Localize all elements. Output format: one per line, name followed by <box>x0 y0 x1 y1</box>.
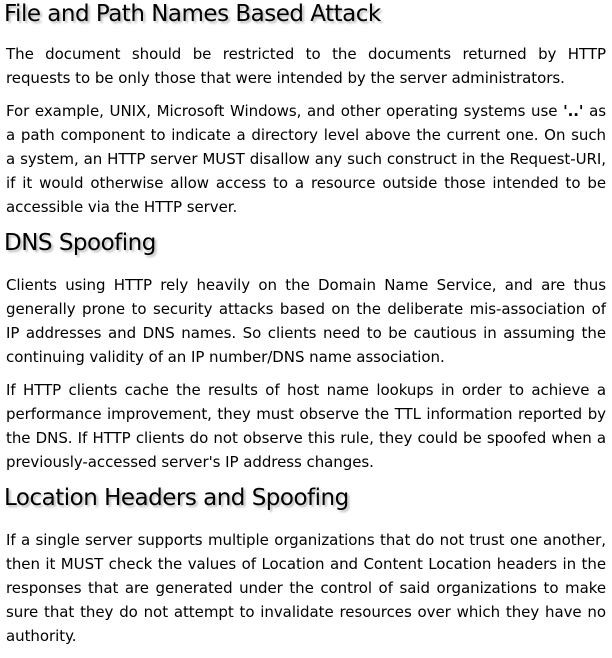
document-page: File and Path Names Based Attack The doc… <box>0 0 612 648</box>
section-heading-file-path-attack: File and Path Names Based Attack <box>4 1 381 27</box>
paragraph: If a single server supports multiple org… <box>6 531 606 645</box>
paragraph: If HTTP clients cache the results of hos… <box>6 381 606 471</box>
paragraph: The document should be restricted to the… <box>6 45 606 87</box>
section-heading-location-headers: Location Headers and Spoofing <box>4 485 349 511</box>
section-heading-dns-spoofing: DNS Spoofing <box>4 230 156 256</box>
paragraph-text: For example, UNIX, Microsoft Windows, an… <box>6 102 564 120</box>
paragraph: For example, UNIX, Microsoft Windows, an… <box>6 99 606 219</box>
paragraph: Clients using HTTP rely heavily on the D… <box>6 276 606 366</box>
path-component-emphasis: '..' <box>563 102 584 120</box>
